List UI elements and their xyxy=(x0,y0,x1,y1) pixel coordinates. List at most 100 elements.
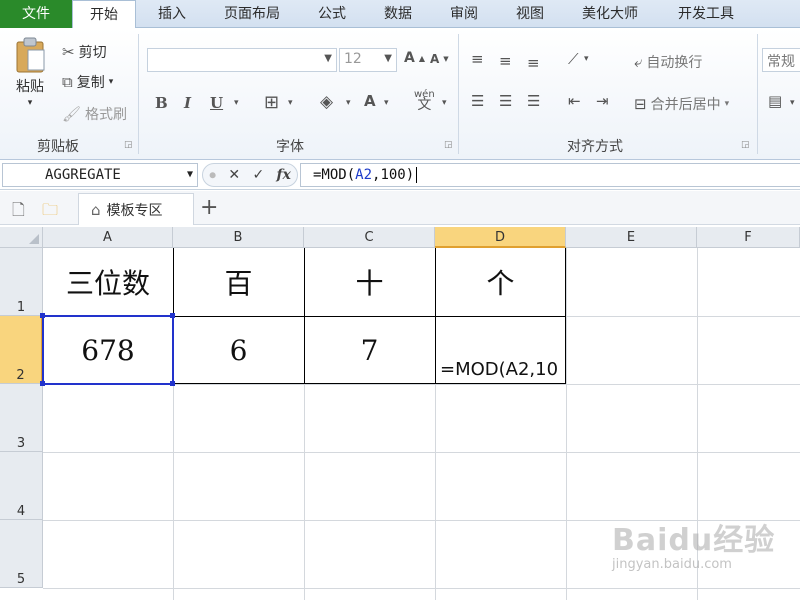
grow-font-button[interactable]: A ▲ xyxy=(404,50,425,66)
tab-insert[interactable]: 插入 xyxy=(140,0,204,28)
copy-button[interactable]: ⧉ 复制 ▾ xyxy=(62,72,113,92)
tab-home[interactable]: 开始 xyxy=(72,0,136,29)
tab-review[interactable]: 审阅 xyxy=(432,0,496,28)
chevron-down-icon[interactable]: ▼ xyxy=(187,169,193,180)
column-header-d[interactable]: D xyxy=(435,227,566,248)
increase-indent-icon[interactable]: ⇥ xyxy=(596,92,609,110)
column-header-e[interactable]: E xyxy=(566,227,697,248)
paste-dropdown-icon[interactable]: ▾ xyxy=(28,98,33,108)
merge-icon: ⊟ xyxy=(634,94,647,113)
underline-button[interactable]: U xyxy=(210,94,223,112)
row-header-4[interactable]: 4 xyxy=(0,452,43,520)
select-all-corner[interactable] xyxy=(0,227,43,248)
insert-function-icon[interactable]: fx xyxy=(276,167,290,183)
tab-page-layout[interactable]: 页面布局 xyxy=(208,0,296,28)
alignment-launcher-icon[interactable]: ◲ xyxy=(741,140,750,150)
tab-file[interactable]: 文件 xyxy=(0,0,72,28)
column-header-b[interactable]: B xyxy=(173,227,304,248)
tab-developer[interactable]: 开发工具 xyxy=(660,0,752,28)
divider xyxy=(458,34,459,154)
align-center-icon[interactable]: ☰ xyxy=(499,92,512,110)
align-top-icon[interactable]: ≡ xyxy=(471,50,484,68)
bold-button[interactable]: B xyxy=(155,94,168,112)
cell-d2-editing[interactable]: =MOD(A2,10 xyxy=(440,359,566,383)
document-tab-bar: 🗋 🗀 ⌂ 模板专区 + xyxy=(0,191,800,225)
row-header-2[interactable]: 2 xyxy=(0,316,43,384)
fill-color-icon[interactable]: ◈ xyxy=(320,92,333,112)
font-size-value: 12 xyxy=(344,51,362,67)
cell-c1[interactable]: 十 xyxy=(304,248,435,316)
orientation-icon[interactable]: ⟋ xyxy=(568,50,579,68)
paste-button[interactable]: 粘贴 ▾ xyxy=(8,36,52,108)
phonetic-button[interactable]: wén 文 xyxy=(414,90,435,113)
underline-dropdown-icon[interactable]: ▾ xyxy=(234,98,239,108)
selection-handle[interactable] xyxy=(40,381,45,386)
check-icon[interactable]: ✓ xyxy=(252,167,264,183)
merge-center-button[interactable]: ⊟ 合并后居中 ▾ xyxy=(634,94,729,114)
folder-icon[interactable]: 🗀 xyxy=(42,199,58,226)
tab-data[interactable]: 数据 xyxy=(366,0,430,28)
alignment-group-title: 对齐方式 xyxy=(567,139,623,155)
orientation-dropdown-icon[interactable]: ▾ xyxy=(584,54,589,64)
paste-label: 粘贴 xyxy=(16,79,44,95)
border-icon[interactable]: ⊞ xyxy=(264,92,279,113)
cell-b1[interactable]: 百 xyxy=(173,248,304,316)
row-number: 4 xyxy=(16,504,26,519)
cut-button[interactable]: ✂ 剪切 xyxy=(62,42,107,62)
column-header-f[interactable]: F xyxy=(697,227,800,248)
shrink-font-button[interactable]: A ▼ xyxy=(430,52,449,66)
merge-dropdown-icon[interactable]: ▾ xyxy=(725,99,730,109)
cell-b2[interactable]: 6 xyxy=(173,316,304,384)
tab-formulas[interactable]: 公式 xyxy=(300,0,364,28)
format-painter-button[interactable]: 🖌 格式刷 xyxy=(62,104,127,124)
align-left-icon[interactable]: ☰ xyxy=(471,92,484,110)
font-color-dropdown-icon[interactable]: ▾ xyxy=(384,98,389,108)
copy-dropdown-icon[interactable]: ▾ xyxy=(109,77,114,87)
cell-d1[interactable]: 个 xyxy=(435,248,566,316)
excel-window: 文件 开始 插入 页面布局 公式 数据 审阅 视图 美化大师 开发工具 粘贴 ▾… xyxy=(0,0,800,600)
cell-a1[interactable]: 三位数 xyxy=(43,248,173,316)
tab-template-zone[interactable]: ⌂ 模板专区 xyxy=(78,193,194,225)
reference-highlight xyxy=(42,315,174,385)
number-format-combo[interactable]: 常规 xyxy=(762,48,800,72)
font-size-combo[interactable]: 12 ▼ xyxy=(339,48,397,72)
tab-view[interactable]: 视图 xyxy=(498,0,562,28)
cut-label: 剪切 xyxy=(78,45,107,61)
align-middle-icon[interactable]: ≡ xyxy=(499,52,512,70)
selection-handle[interactable] xyxy=(40,313,45,318)
align-bottom-icon[interactable]: ≡ xyxy=(527,54,540,72)
italic-button[interactable]: I xyxy=(184,94,191,112)
formula-suffix: ,100) xyxy=(372,167,415,183)
font-name-combo[interactable]: ▼ xyxy=(147,48,337,72)
font-launcher-icon[interactable]: ◲ xyxy=(444,140,453,150)
formula-input[interactable]: =MOD(A2,100) xyxy=(300,163,800,187)
align-right-icon[interactable]: ☰ xyxy=(527,92,540,110)
cell-c2[interactable]: 7 xyxy=(304,316,435,384)
selection-handle[interactable] xyxy=(170,381,175,386)
divider xyxy=(757,34,758,154)
phonetic-dropdown-icon[interactable]: ▾ xyxy=(442,98,447,108)
row-header-1[interactable]: 1 xyxy=(0,248,43,316)
currency-dropdown-icon[interactable]: ▾ xyxy=(790,98,795,108)
column-header-a[interactable]: A xyxy=(43,227,173,248)
row-header-5[interactable]: 5 xyxy=(0,520,43,588)
clipboard-launcher-icon[interactable]: ◲ xyxy=(124,140,133,150)
currency-icon[interactable]: ▤ xyxy=(768,92,782,110)
add-tab-icon[interactable]: + xyxy=(200,195,218,220)
border-dropdown-icon[interactable]: ▾ xyxy=(288,98,293,108)
selection-handle[interactable] xyxy=(170,313,175,318)
font-group-title: 字体 xyxy=(276,139,304,155)
row-header-3[interactable]: 3 xyxy=(0,384,43,452)
wrap-text-button[interactable]: ⤶ 自动换行 xyxy=(634,52,702,72)
copy-label: 复制 xyxy=(76,75,105,91)
font-color-icon[interactable]: A xyxy=(364,92,376,110)
decrease-indent-icon[interactable]: ⇤ xyxy=(568,92,581,110)
new-file-icon[interactable]: 🗋 xyxy=(12,199,25,226)
column-header-c[interactable]: C xyxy=(304,227,435,248)
name-box[interactable]: AGGREGATE ▼ xyxy=(2,163,198,187)
formula-ref: A2 xyxy=(355,167,373,183)
brush-icon: 🖌 xyxy=(62,104,82,123)
cancel-icon[interactable]: ✕ xyxy=(228,167,240,183)
fill-dropdown-icon[interactable]: ▾ xyxy=(346,98,351,108)
tab-beautify[interactable]: 美化大师 xyxy=(566,0,654,28)
